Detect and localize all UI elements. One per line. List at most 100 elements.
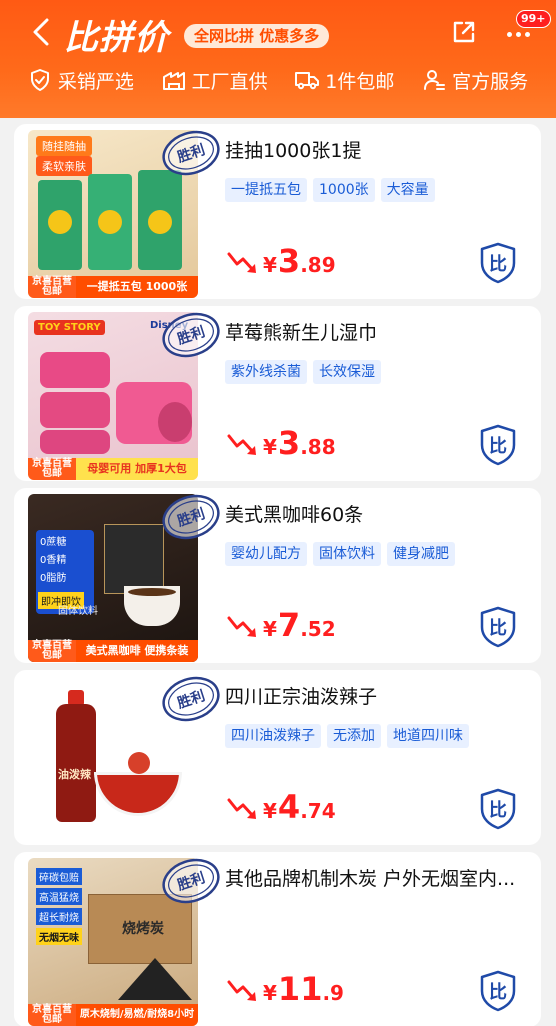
thumb-label: 高温猛烧 — [36, 888, 82, 905]
product-tag: 紫外线杀菌 — [225, 360, 307, 384]
charcoal-pile-image — [118, 958, 192, 1000]
product-card[interactable]: TOY STORY Disney 京喜百营 包邮 母婴可用 加厚1大包 胜利 草… — [14, 306, 541, 481]
svg-text:比: 比 — [489, 618, 507, 639]
feature-item: 官方服务 — [422, 67, 528, 94]
win-stamp-icon: 胜利 — [162, 130, 220, 176]
product-title: 美式黑咖啡60条 — [225, 504, 364, 526]
chili-oil-bottle-image — [56, 704, 96, 822]
currency-symbol: ¥ — [263, 617, 277, 641]
truck-icon — [295, 72, 320, 90]
price-decimal: .88 — [300, 435, 336, 459]
thumb-caption: 美式黑咖啡 便携条装 — [76, 640, 198, 662]
price: ¥ 11 .9 — [263, 970, 344, 1008]
thumb-caption: 母婴可用 加厚1大包 — [76, 458, 198, 480]
spoon-image — [128, 752, 150, 774]
thumb-label: 碎碳包赔 — [36, 868, 82, 885]
tag-list: 四川油泼辣子 无添加 地道四川味 — [225, 724, 469, 748]
thumb-label: TOY STORY — [34, 320, 105, 335]
tag-list: 婴幼儿配方 固体饮料 健身减肥 — [225, 542, 455, 566]
compare-shield-icon[interactable]: 比 — [480, 424, 516, 466]
svg-text:比: 比 — [489, 436, 507, 457]
product-title: 四川正宗油泼辣子 — [225, 686, 378, 708]
feature-label: 采销严选 — [57, 70, 134, 93]
feature-label: 工厂直供 — [191, 70, 268, 93]
shop-label: 京喜百营 包邮 — [28, 458, 76, 480]
product-card[interactable]: 0蔗糖 0香精 0脂肪 即冲即饮 固体饮料 京喜百营 包邮 美式黑咖啡 便携条装… — [14, 488, 541, 663]
product-tag: 地道四川味 — [387, 724, 469, 748]
feature-bar: 采销严选 工厂直供 1件包邮 官方服务 — [0, 62, 556, 98]
thumb-label: 柔软亲肤 — [36, 156, 92, 176]
message-count-badge: 99+ — [516, 10, 551, 28]
price-row: ¥ 7 .52 — [227, 606, 336, 644]
price-integer: 7 — [277, 606, 301, 644]
product-tag: 1000张 — [313, 178, 375, 202]
product-tag: 健身减肥 — [387, 542, 455, 566]
shop-label: 京喜百营 包邮 — [28, 276, 76, 298]
compare-shield-icon[interactable]: 比 — [480, 970, 516, 1012]
factory-icon — [162, 72, 185, 90]
currency-symbol: ¥ — [263, 253, 277, 277]
svg-text:比: 比 — [489, 800, 507, 821]
price-drop-icon — [227, 616, 256, 637]
price-integer: 3 — [277, 242, 301, 280]
price-drop-icon — [227, 980, 256, 1001]
feature-item: 工厂直供 — [162, 67, 268, 94]
wipe-pack-image — [40, 430, 110, 454]
product-title: 挂抽1000张1提 — [225, 140, 362, 162]
price-decimal: .89 — [300, 253, 336, 277]
product-tag: 无添加 — [327, 724, 381, 748]
compare-shield-icon[interactable]: 比 — [480, 242, 516, 284]
more-dots-icon — [506, 31, 530, 37]
svg-text:比: 比 — [489, 254, 507, 275]
thumb-caption: 一提抵五包 1000张 — [76, 276, 198, 298]
win-stamp-icon: 胜利 — [162, 494, 220, 540]
wipe-pack-image — [40, 392, 110, 428]
price-integer: 11 — [277, 970, 323, 1008]
product-card[interactable]: 碎碳包赔 高温猛烧 超长耐烧 无烟无味 烧烤炭 京喜百营 包邮 原木烧制/易燃/… — [14, 852, 541, 1026]
wipe-pack-image — [40, 352, 110, 388]
service-icon — [424, 70, 446, 90]
thumb-footer: 京喜百营 包邮 母婴可用 加厚1大包 — [28, 458, 198, 480]
tag-list: 一提抵五包 1000张 大容量 — [225, 178, 435, 202]
price: ¥ 3 .89 — [263, 242, 336, 280]
price-decimal: .52 — [300, 617, 336, 641]
price-row: ¥ 4 .74 — [227, 788, 336, 826]
compare-shield-icon[interactable]: 比 — [480, 606, 516, 648]
thumb-label: 0蔗糖 — [40, 537, 67, 548]
product-card[interactable]: 随挂随抽 柔软亲肤 京喜百营 包邮 一提抵五包 1000张 胜利 挂抽1000张… — [14, 124, 541, 299]
header: 比拼价 全网比拼 优惠多多 99+ 采销严选 工厂直供 1件包邮 官方服务 — [0, 0, 556, 118]
thumb-label: 烧烤炭 — [122, 921, 164, 937]
win-stamp-icon: 胜利 — [162, 676, 220, 722]
product-tag: 婴幼儿配方 — [225, 542, 307, 566]
currency-symbol: ¥ — [263, 799, 277, 823]
thumb-footer: 京喜百营 包邮 一提抵五包 1000张 — [28, 276, 198, 298]
thumb-footer: 京喜百营 包邮 原木烧制/易燃/耐烧8小时 — [28, 1004, 198, 1026]
shop-label: 京喜百营 包邮 — [28, 1004, 76, 1026]
price: ¥ 7 .52 — [263, 606, 336, 644]
product-card[interactable]: 油泼辣 胜利 四川正宗油泼辣子 四川油泼辣子 无添加 地道四川味 ¥ 4 .74… — [14, 670, 541, 845]
top-bar: 比拼价 全网比拼 优惠多多 99+ — [0, 0, 556, 62]
price: ¥ 4 .74 — [263, 788, 336, 826]
price: ¥ 3 .88 — [263, 424, 336, 462]
share-icon[interactable] — [450, 18, 478, 46]
product-title: 草莓熊新生儿湿巾 — [225, 322, 378, 344]
feature-label: 官方服务 — [452, 70, 529, 93]
sunflower-image — [98, 210, 122, 234]
feature-item: 1件包邮 — [295, 67, 394, 94]
back-button[interactable] — [26, 14, 56, 50]
price-decimal: .74 — [300, 799, 336, 823]
price-integer: 3 — [277, 424, 301, 462]
win-stamp-icon: 胜利 — [162, 312, 220, 358]
currency-symbol: ¥ — [263, 435, 277, 459]
slogan-badge: 全网比拼 优惠多多 — [184, 24, 330, 48]
thumb-label: 0香精 — [40, 555, 67, 566]
product-tag: 一提抵五包 — [225, 178, 307, 202]
compare-shield-icon[interactable]: 比 — [480, 788, 516, 830]
price-row: ¥ 11 .9 — [227, 970, 344, 1008]
sunflower-image — [48, 210, 72, 234]
price-drop-icon — [227, 434, 256, 455]
product-tag: 大容量 — [380, 178, 435, 202]
currency-symbol: ¥ — [263, 981, 277, 1005]
price-decimal: .9 — [322, 981, 344, 1005]
feature-label: 1件包邮 — [325, 70, 395, 93]
